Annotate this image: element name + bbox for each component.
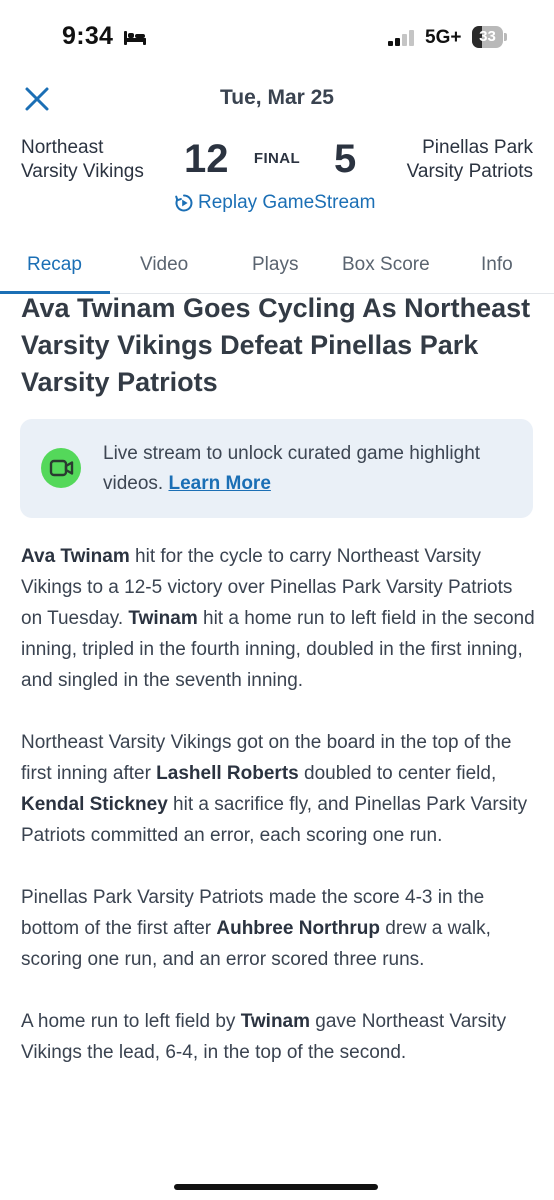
notice-message: Live stream to unlock curated game highl… — [103, 443, 481, 494]
article-paragraph: A home run to left field by Twinam gave … — [21, 1006, 536, 1068]
tab-plays[interactable]: Plays — [252, 254, 298, 276]
player-name: Twinam — [128, 608, 198, 629]
tab-info[interactable]: Info — [481, 254, 513, 276]
article-paragraph: Ava Twinam hit for the cycle to carry No… — [21, 541, 536, 696]
tab-recap[interactable]: Recap — [27, 254, 82, 276]
tab-box-score[interactable]: Box Score — [342, 254, 430, 276]
tab-bar: Recap Video Plays Box Score Info — [0, 250, 554, 294]
article-body: Ava Twinam hit for the cycle to carry No… — [21, 541, 536, 1099]
away-score: 5 — [334, 137, 357, 181]
tab-video[interactable]: Video — [140, 254, 188, 276]
notice-text: Live stream to unlock curated game highl… — [103, 439, 518, 499]
status-time: 9:34 — [62, 22, 114, 50]
game-date: Tue, Mar 25 — [220, 86, 334, 109]
replay-icon — [175, 194, 193, 212]
player-name: Auhbree Northrup — [216, 918, 380, 939]
bed-icon — [124, 31, 146, 45]
video-camera-icon — [41, 448, 81, 488]
live-stream-notice: Live stream to unlock curated game highl… — [20, 419, 533, 518]
status-bar: 9:34 5G+ 33 — [0, 0, 554, 78]
paragraph-text: doubled to center field, — [298, 763, 497, 784]
replay-gamestream-button[interactable]: Replay GameStream — [174, 190, 375, 216]
player-name: Lashell Roberts — [156, 763, 299, 784]
signal-icon — [388, 30, 414, 46]
away-team-line1: Pinellas Park — [422, 137, 533, 158]
away-team-line2: Varsity Patriots — [406, 161, 533, 182]
player-name: Twinam — [240, 1011, 311, 1032]
battery-level: 33 — [479, 28, 496, 45]
away-team-name[interactable]: Pinellas Park Varsity Patriots — [407, 136, 533, 184]
article-paragraph: Northeast Varsity Vikings got on the boa… — [21, 727, 536, 851]
article-headline: Ava Twinam Goes Cycling As Northeast Var… — [21, 293, 531, 397]
paragraph-text: A home run to left field by — [21, 1011, 241, 1032]
player-name: Kendal Stickney — [21, 794, 168, 815]
network-label: 5G+ — [425, 27, 462, 48]
learn-more-link[interactable]: Learn More — [168, 473, 270, 494]
home-indicator[interactable] — [174, 1184, 378, 1190]
battery-icon: 33 — [472, 26, 507, 48]
replay-label: Replay GameStream — [198, 192, 376, 213]
player-name: Ava Twinam — [21, 546, 130, 567]
article-paragraph: Pinellas Park Varsity Patriots made the … — [21, 882, 536, 975]
